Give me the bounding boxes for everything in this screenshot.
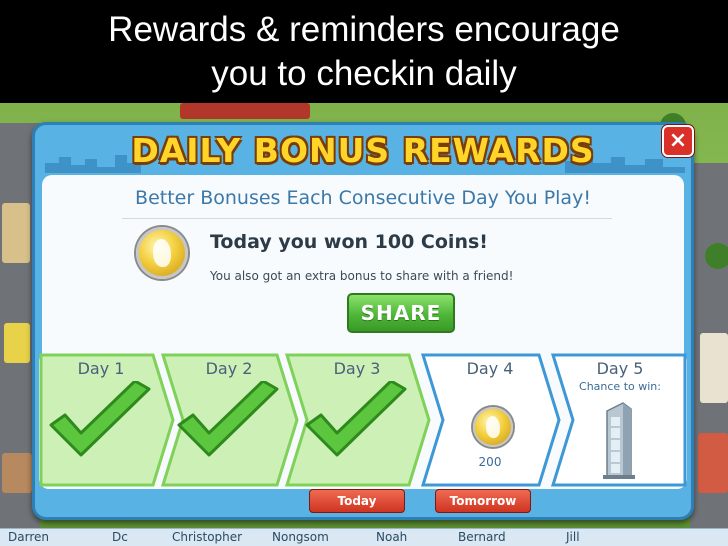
friend-bar: Darren Dc Christopher Nongsom Noah Berna…	[0, 528, 728, 546]
skyscraper-icon	[603, 402, 635, 479]
coin-icon	[473, 407, 513, 447]
daily-bonus-dialog: DAILY BONUS REWARDS × Better Bonuses Eac…	[32, 122, 694, 520]
reward-description: Chance to win:	[579, 380, 661, 393]
day-label: Day 1	[77, 359, 125, 378]
today-marker: Today	[309, 489, 405, 513]
day-4-card: Day 4 200	[425, 351, 555, 489]
background-building	[180, 103, 310, 119]
friend-name[interactable]: Jill	[566, 530, 580, 544]
extra-bonus-message: You also got an extra bonus to share wit…	[210, 269, 514, 283]
friend-name[interactable]: Darren	[8, 530, 49, 544]
day-label: Day 3	[333, 359, 381, 378]
close-button[interactable]: ×	[662, 125, 694, 157]
coin-icon	[136, 227, 188, 279]
close-icon: ×	[668, 128, 688, 153]
background-building	[4, 323, 30, 363]
day-progress-strip: Day 1 Day 2 Day 3 Day 4 200 Day 5 Chance…	[39, 351, 687, 489]
won-message: Today you won 100 Coins!	[210, 231, 488, 253]
friend-name[interactable]: Dc	[112, 530, 128, 544]
reward-amount: 200	[478, 455, 502, 469]
checkmark-icon	[177, 381, 279, 457]
checkmark-icon	[49, 381, 151, 457]
day-label: Day 5	[596, 359, 644, 378]
background-building	[700, 333, 728, 403]
divider	[122, 218, 612, 219]
day-label: Day 4	[466, 359, 514, 378]
tomorrow-marker: Tomorrow	[435, 489, 531, 513]
day-3-card: Day 3	[295, 351, 419, 489]
background-building	[2, 203, 30, 263]
day-2-card: Day 2	[167, 351, 291, 489]
friend-name[interactable]: Christopher	[172, 530, 242, 544]
friend-name[interactable]: Noah	[376, 530, 407, 544]
dialog-subtitle: Better Bonuses Each Consecutive Day You …	[135, 187, 591, 209]
checkmark-icon	[305, 381, 407, 457]
day-5-card: Day 5 Chance to win:	[555, 351, 685, 489]
friend-name[interactable]: Bernard	[458, 530, 506, 544]
dialog-title: DAILY BONUS REWARDS	[131, 131, 595, 170]
slide-title-line-1: Rewards & reminders encourage	[108, 10, 620, 49]
day-label: Day 2	[205, 359, 253, 378]
share-button[interactable]: SHARE	[347, 293, 455, 333]
background-building	[2, 453, 32, 493]
background-building	[698, 433, 728, 493]
friend-name[interactable]: Nongsom	[272, 530, 329, 544]
slide-title-line-2: you to checkin daily	[211, 54, 517, 93]
background-tree	[705, 243, 728, 269]
slide-header: Rewards & reminders encourage you to che…	[0, 0, 728, 103]
day-1-card: Day 1	[39, 351, 163, 489]
